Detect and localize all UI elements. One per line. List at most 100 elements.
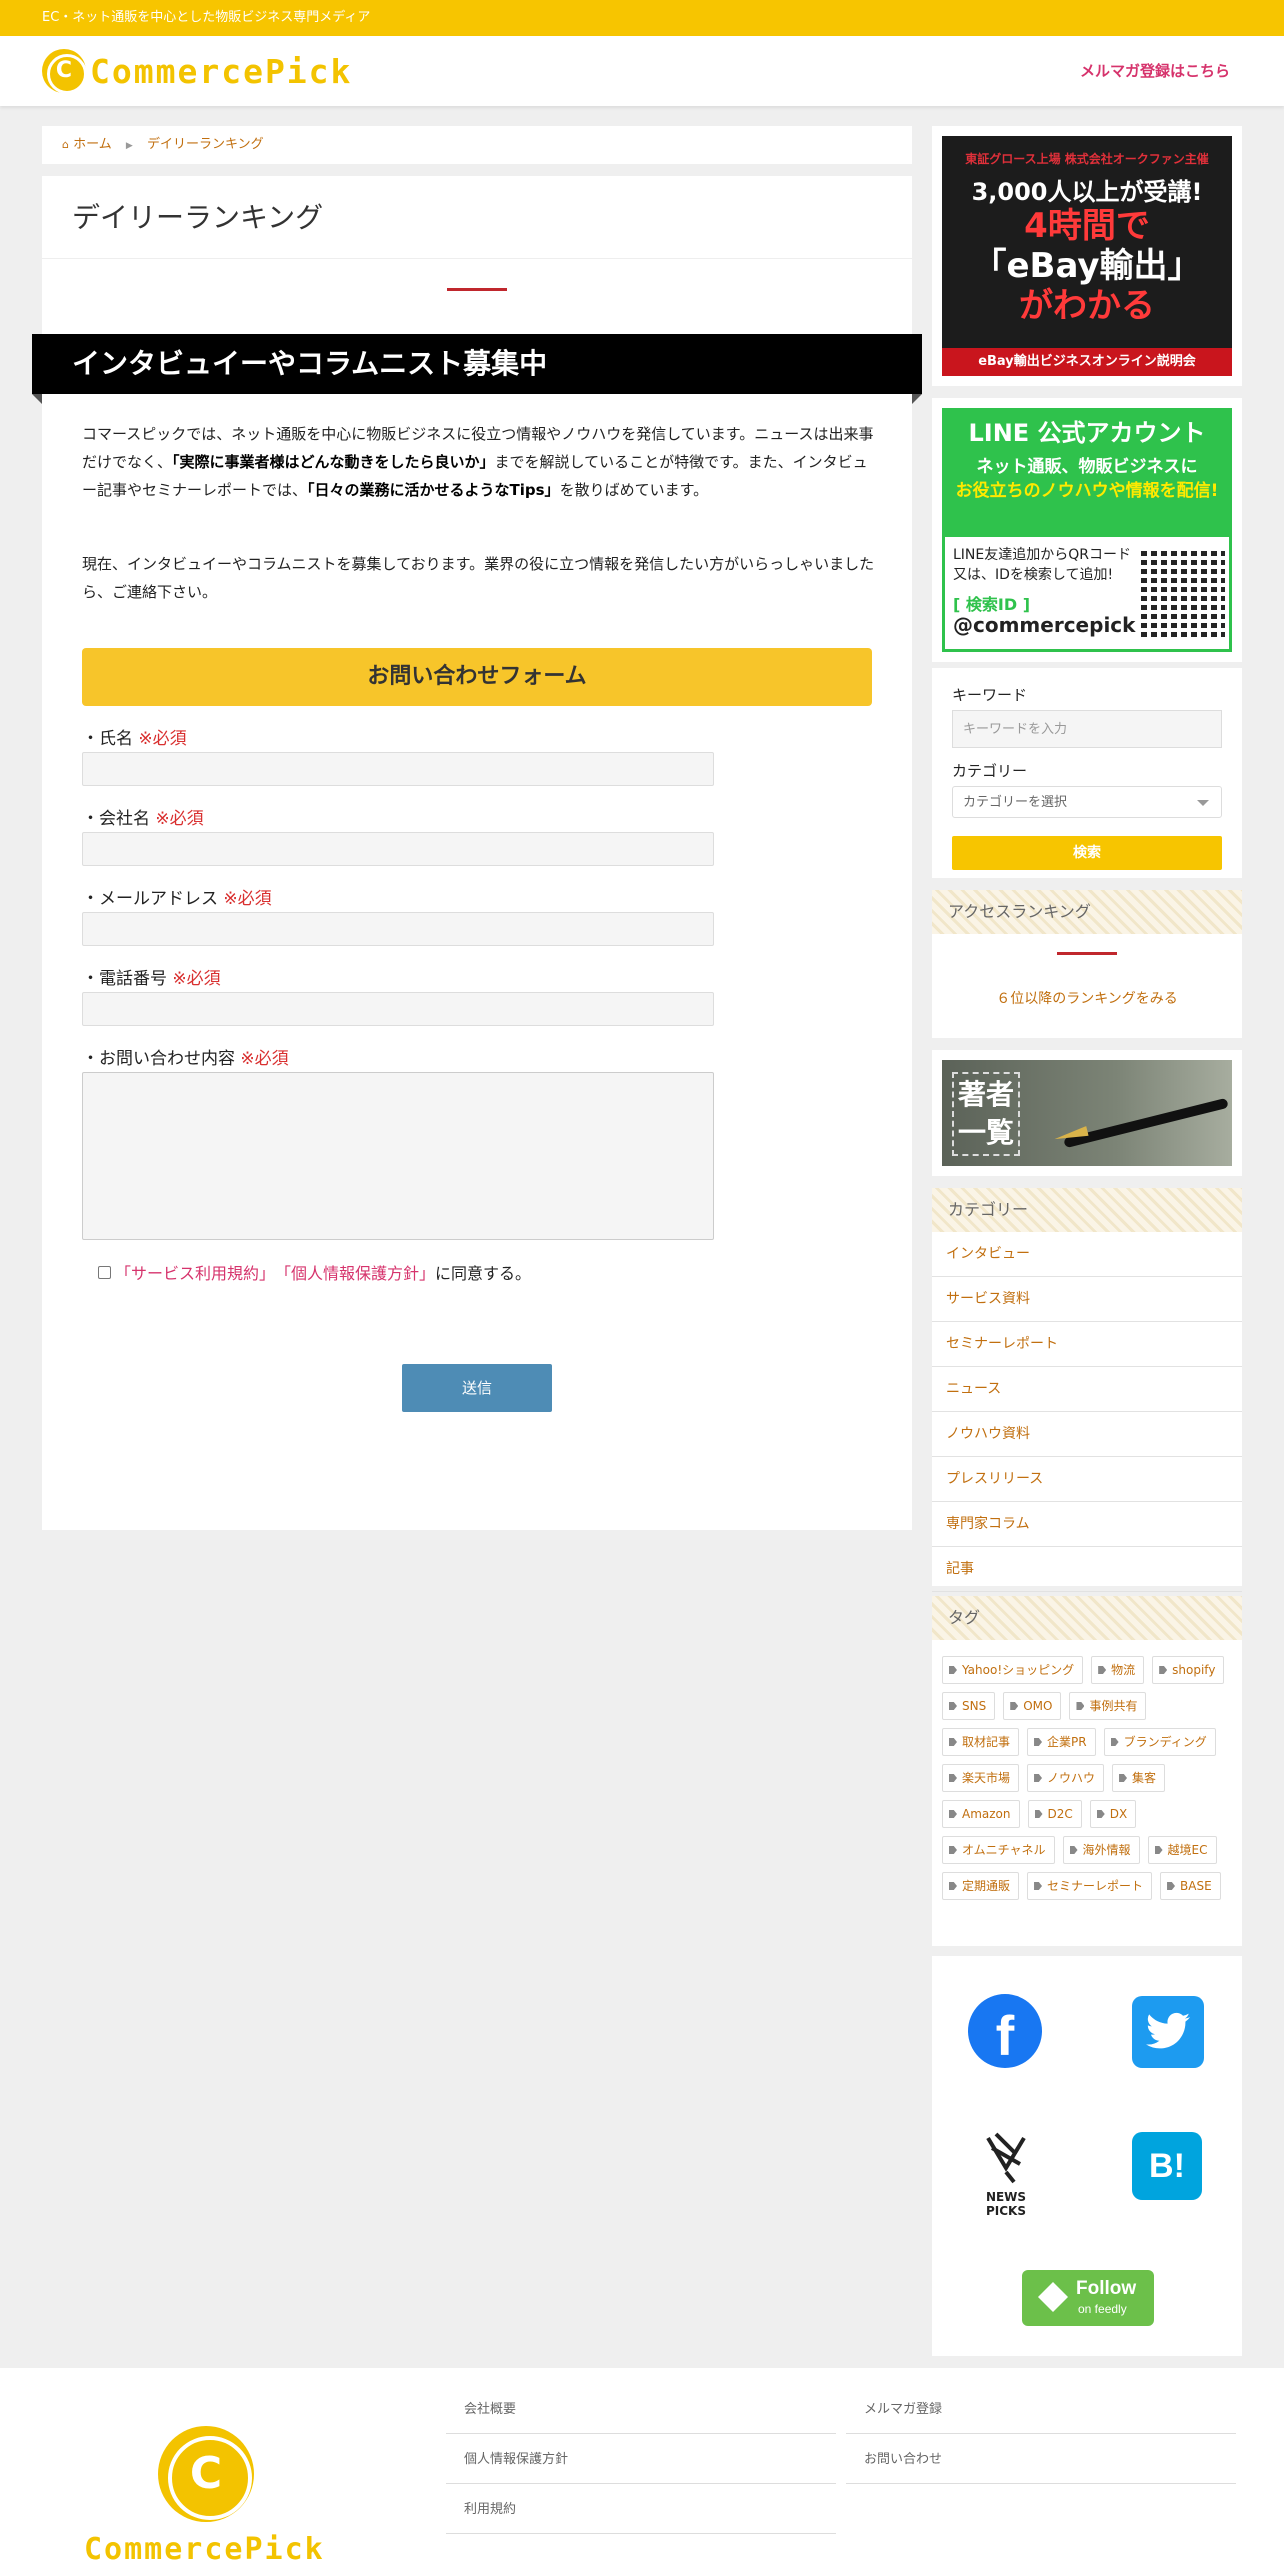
- newspicks-icon[interactable]: NEWS PICKS: [966, 2128, 1046, 2218]
- category-list: インタビュー サービス資料 セミナーレポート ニュース ノウハウ資料 プレスリリース 専門家…: [932, 1232, 1242, 1592]
- category-title: カテゴリー: [932, 1188, 1242, 1232]
- tag-item[interactable]: セミナーレポート: [1027, 1872, 1153, 1900]
- topbar-tagline: EC・ネット通販を中心とした物販ビジネス専門メディア: [42, 10, 371, 25]
- tag-label: BASE: [1180, 1879, 1212, 1893]
- tag-icon: [949, 1702, 957, 1710]
- tag-item[interactable]: Yahoo!ショッピング: [942, 1656, 1084, 1684]
- hatena-bookmark-icon[interactable]: B!: [1132, 2132, 1202, 2200]
- ranking-more-link[interactable]: ６位以降のランキングをみる: [932, 988, 1242, 1008]
- category-widget: カテゴリー インタビュー サービス資料 セミナーレポート ニュース ノウハウ資料 プレスリ…: [932, 1188, 1242, 1592]
- qr-code-icon: [1141, 547, 1225, 637]
- recruit-paragraph: 現在、インタビュイーやコラムニストを募集しております。業界の役に立つ情報を発信し…: [82, 555, 875, 601]
- tag-widget: タグ Yahoo!ショッピング 物流 shopify SNS OMO 事例共有取材記事 企業…: [932, 1596, 1242, 1946]
- message-textarea[interactable]: [82, 1072, 714, 1240]
- company-input[interactable]: [82, 832, 714, 866]
- category-item[interactable]: ニュース: [932, 1367, 1242, 1412]
- terms-link[interactable]: 「サービス利用規約」: [115, 1260, 275, 1284]
- tag-icon: [1119, 1774, 1128, 1782]
- footer-link-mailmag[interactable]: メルマガ登録: [846, 2384, 1236, 2434]
- email-input[interactable]: [82, 912, 714, 946]
- tag-icon: [1098, 1666, 1107, 1674]
- breadcrumb-home[interactable]: ホーム: [73, 137, 112, 152]
- tag-item[interactable]: 集客: [1112, 1764, 1166, 1792]
- search-button[interactable]: 検索: [952, 836, 1222, 870]
- category-select[interactable]: カテゴリーを選択: [952, 786, 1222, 818]
- company-label: ・会社名 ※必須: [82, 809, 204, 829]
- tag-cloud: Yahoo!ショッピング 物流 shopify SNS OMO 事例共有取材記事 企業PR ブ…: [942, 1656, 1238, 1908]
- keyword-input[interactable]: キーワードを入力: [952, 710, 1222, 748]
- ebay-seminar-ad[interactable]: 東証グロース上場 株式会社オークファン主催 3,000人以上が受講! 4時間で「…: [942, 136, 1232, 376]
- fountain-pen-icon: [1063, 1097, 1229, 1149]
- tag-item[interactable]: DX: [1089, 1800, 1137, 1828]
- category-item[interactable]: プレスリリース: [932, 1457, 1242, 1502]
- category-item[interactable]: 記事: [932, 1547, 1242, 1592]
- name-input[interactable]: [82, 752, 714, 786]
- phone-input[interactable]: [82, 992, 714, 1026]
- footer-link-privacy[interactable]: 個人情報保護方針: [446, 2434, 836, 2484]
- agree-checkbox[interactable]: [98, 1265, 111, 1279]
- tag-label: ブランディング: [1123, 1735, 1207, 1749]
- category-label: カテゴリー: [952, 762, 1028, 780]
- footer-logo-icon[interactable]: C: [158, 2426, 254, 2522]
- privacy-link[interactable]: 「個人情報保護方針」: [275, 1260, 435, 1284]
- tag-label: Yahoo!ショッピング: [962, 1663, 1075, 1677]
- tag-item[interactable]: 事例共有: [1069, 1692, 1147, 1720]
- tag-item[interactable]: オムニチャネル: [942, 1836, 1055, 1864]
- category-item[interactable]: ノウハウ資料: [932, 1412, 1242, 1457]
- category-item[interactable]: サービス資料: [932, 1277, 1242, 1322]
- tag-item[interactable]: 定期通販: [942, 1872, 1020, 1900]
- breadcrumb-current[interactable]: デイリーランキング: [147, 137, 264, 152]
- category-item[interactable]: 専門家コラム: [932, 1502, 1242, 1547]
- tag-label: セミナーレポート: [1047, 1879, 1144, 1893]
- site-footer: C CommercePick 会社概要 個人情報保護方針 利用規約 メルマガ登録…: [0, 2368, 1284, 2568]
- name-label: ・氏名 ※必須: [82, 729, 187, 749]
- tag-item[interactable]: 企業PR: [1027, 1728, 1096, 1756]
- tag-icon: [949, 1738, 957, 1746]
- tag-item[interactable]: BASE: [1160, 1872, 1221, 1900]
- authors-banner[interactable]: 著者 一覧: [942, 1060, 1232, 1166]
- tag-icon: [949, 1774, 957, 1782]
- authors-widget: 著者 一覧: [932, 1050, 1242, 1176]
- category-item[interactable]: セミナーレポート: [932, 1322, 1242, 1367]
- tag-item[interactable]: SNS: [942, 1692, 996, 1720]
- main-content: デイリーランキング インタビュイーやコラムニスト募集中 コマースピックでは、ネッ…: [32, 176, 922, 1530]
- tag-label: 取材記事: [962, 1735, 1011, 1749]
- mailmag-signup-link[interactable]: メルマガ登録はこちら: [1080, 60, 1230, 81]
- tag-label: 集客: [1132, 1771, 1157, 1785]
- tag-item[interactable]: 越境EC: [1147, 1836, 1217, 1864]
- tag-icon: [1154, 1846, 1163, 1854]
- tag-icon: [1034, 1882, 1043, 1890]
- tag-label: DX: [1109, 1807, 1128, 1821]
- submit-button[interactable]: 送信: [402, 1364, 552, 1412]
- divider: [42, 258, 912, 259]
- tag-icon: [1034, 1810, 1043, 1818]
- tag-item[interactable]: ブランディング: [1103, 1728, 1216, 1756]
- contact-form-header: お問い合わせフォーム: [82, 648, 872, 706]
- category-item[interactable]: インタビュー: [932, 1232, 1242, 1277]
- tag-item[interactable]: 海外情報: [1062, 1836, 1140, 1864]
- tag-title: タグ: [932, 1596, 1242, 1640]
- footer-link-company[interactable]: 会社概要: [446, 2384, 836, 2434]
- tag-item[interactable]: D2C: [1027, 1800, 1082, 1828]
- facebook-icon[interactable]: f: [968, 1994, 1042, 2068]
- tag-label: 楽天市場: [962, 1771, 1011, 1785]
- footer-link-terms[interactable]: 利用規約: [446, 2484, 836, 2534]
- tag-item[interactable]: OMO: [1003, 1692, 1062, 1720]
- feedly-icon: [1038, 2282, 1068, 2312]
- tag-item[interactable]: shopify: [1152, 1656, 1225, 1684]
- tag-label: 物流: [1111, 1663, 1136, 1677]
- tag-item[interactable]: 取材記事: [942, 1728, 1020, 1756]
- feedly-follow-button[interactable]: Follow on feedly: [1022, 2270, 1154, 2326]
- page-title: デイリーランキング: [72, 201, 324, 234]
- tag-item[interactable]: 物流: [1091, 1656, 1145, 1684]
- footer-link-contact[interactable]: お問い合わせ: [846, 2434, 1236, 2484]
- home-icon: ⌂: [62, 138, 69, 151]
- twitter-icon[interactable]: [1132, 1996, 1204, 2068]
- tag-item[interactable]: 楽天市場: [942, 1764, 1020, 1792]
- tag-item[interactable]: Amazon: [942, 1800, 1020, 1828]
- ranking-widget: アクセスランキング ６位以降のランキングをみる: [932, 890, 1242, 1038]
- tag-item[interactable]: ノウハウ: [1027, 1764, 1105, 1792]
- site-logo[interactable]: C CommercePick: [42, 48, 352, 94]
- line-official-ad[interactable]: LINE 公式アカウント ネット通販、物販ビジネスに お役立ちのノウハウや情報を配…: [942, 408, 1232, 652]
- tag-icon: [1034, 1774, 1043, 1782]
